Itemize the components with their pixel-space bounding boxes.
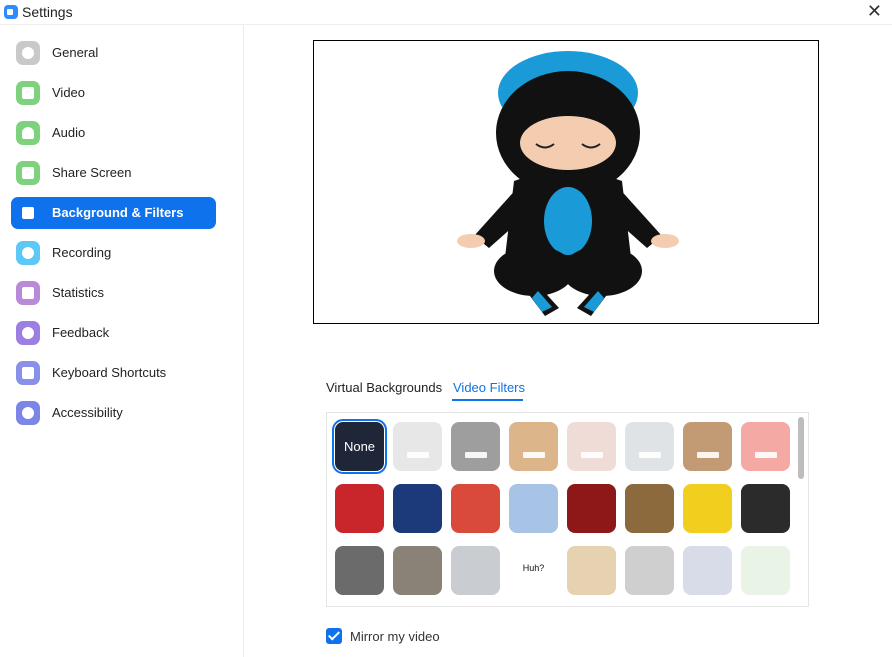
- mirror-video-checkbox[interactable]: [326, 628, 342, 644]
- close-icon[interactable]: ✕: [867, 1, 882, 22]
- tab-video-filters[interactable]: Video Filters: [453, 380, 525, 395]
- shelf-decoration: [697, 452, 719, 458]
- mirror-video-label[interactable]: Mirror my video: [350, 629, 440, 644]
- gallery-scrollbar-thumb[interactable]: [798, 417, 804, 479]
- accessibility-icon: [16, 401, 40, 425]
- zoom-app-icon: [4, 5, 18, 19]
- sidebar-item-audio[interactable]: Audio: [11, 117, 216, 149]
- smiley-icon: [16, 321, 40, 345]
- sidebar-item-background-filters[interactable]: Background & Filters: [11, 197, 216, 229]
- sidebar-item-keyboard-shortcuts[interactable]: Keyboard Shortcuts: [11, 357, 216, 389]
- sidebar-item-label: Background & Filters: [52, 205, 184, 220]
- sidebar-item-general[interactable]: General: [11, 37, 216, 69]
- filter-tile-marquee-lights[interactable]: [741, 484, 790, 533]
- title-bar: Settings ✕: [0, 0, 892, 25]
- video-preview: [313, 40, 819, 324]
- filter-tile-label: Huh?: [522, 563, 545, 573]
- video-camera-icon: [16, 81, 40, 105]
- gear-icon: [16, 41, 40, 65]
- filter-tile-studio-gray[interactable]: [451, 422, 500, 471]
- sidebar-item-label: Accessibility: [52, 405, 123, 420]
- ninja-avatar-illustration: [457, 51, 679, 316]
- record-icon: [16, 241, 40, 265]
- filter-tile-speech-bubble[interactable]: Huh?: [509, 546, 558, 595]
- filter-tile-holiday-wreath[interactable]: [451, 484, 500, 533]
- sidebar-item-label: Audio: [52, 125, 86, 140]
- sidebar-item-accessibility[interactable]: Accessibility: [11, 397, 216, 429]
- filter-tile-emoji-frame[interactable]: [683, 484, 732, 533]
- sidebar-item-label: Feedback: [52, 325, 110, 340]
- sidebar-item-share-screen[interactable]: Share Screen: [11, 157, 216, 189]
- sidebar-item-label: Recording: [52, 245, 112, 260]
- keyboard-icon: [16, 361, 40, 385]
- filter-tile-leaf-pastel[interactable]: [741, 546, 790, 595]
- filter-tile-studio-tan[interactable]: [509, 422, 558, 471]
- filter-tile-picture-frame[interactable]: [625, 546, 674, 595]
- filter-tile-award-ribbon[interactable]: [451, 546, 500, 595]
- sidebar-item-label: Video: [52, 85, 86, 100]
- sidebar-item-label: General: [52, 45, 99, 60]
- shelf-decoration: [523, 452, 545, 458]
- sidebar-item-statistics[interactable]: Statistics: [11, 277, 216, 309]
- filter-tile-studio-cool[interactable]: [625, 422, 674, 471]
- filter-tile-wall-mirror[interactable]: [567, 546, 616, 595]
- background-icon: [16, 201, 40, 225]
- sidebar-item-recording[interactable]: Recording: [11, 237, 216, 269]
- sidebar-item-video[interactable]: Video: [11, 77, 216, 109]
- share-screen-icon: [16, 161, 40, 185]
- filter-tile-retro-tv[interactable]: [625, 484, 674, 533]
- sidebar-item-label: Statistics: [52, 285, 105, 300]
- shelf-decoration: [465, 452, 487, 458]
- filter-tile-old-tv[interactable]: [393, 546, 442, 595]
- filter-tile-focus-frame[interactable]: [335, 546, 384, 595]
- filter-tile-video-frame-red[interactable]: [335, 484, 384, 533]
- filter-tile-studio-light[interactable]: [393, 422, 442, 471]
- tab-virtual-backgrounds[interactable]: Virtual Backgrounds: [326, 380, 442, 395]
- shelf-decoration: [639, 452, 661, 458]
- filter-tile-string-lights[interactable]: [393, 484, 442, 533]
- filter-tile-theater-curtain[interactable]: [567, 484, 616, 533]
- window-title: Settings: [22, 4, 73, 20]
- shelf-decoration: [581, 452, 603, 458]
- filter-tile-studio-pink[interactable]: [741, 422, 790, 471]
- sidebar-item-label: Keyboard Shortcuts: [52, 365, 167, 380]
- filter-tile-cockatiel[interactable]: [683, 546, 732, 595]
- filter-tile-label: None: [343, 439, 376, 454]
- filter-tile-snow-house[interactable]: [509, 484, 558, 533]
- filter-tile-none[interactable]: None: [332, 419, 387, 474]
- headphones-icon: [16, 121, 40, 145]
- filter-tile-studio-brown[interactable]: [683, 422, 732, 471]
- settings-sidebar: General Video Audio Share Screen Backgro…: [0, 25, 244, 657]
- shelf-decoration: [755, 452, 777, 458]
- sidebar-item-feedback[interactable]: Feedback: [11, 317, 216, 349]
- bar-chart-icon: [16, 281, 40, 305]
- sidebar-item-label: Share Screen: [52, 165, 132, 180]
- video-filters-gallery: None Huh?: [326, 412, 809, 607]
- active-tab-indicator: [452, 399, 523, 401]
- shelf-decoration: [407, 452, 429, 458]
- filter-tile-studio-blush[interactable]: [567, 422, 616, 471]
